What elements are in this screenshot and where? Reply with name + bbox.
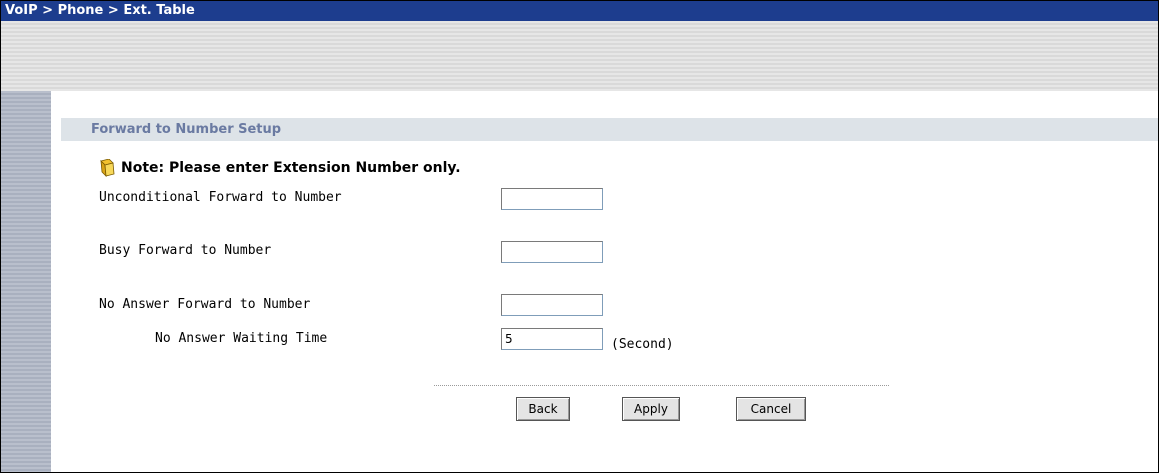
- unconditional-forward-input[interactable]: [501, 188, 603, 210]
- note-book-icon: [100, 159, 115, 177]
- no-answer-waiting-time-input[interactable]: [501, 328, 603, 350]
- waiting-time-unit: (Second): [611, 337, 674, 352]
- unconditional-forward-label: Unconditional Forward to Number: [99, 190, 342, 205]
- note-text: Note: Please enter Extension Number only…: [121, 160, 461, 176]
- no-answer-forward-label: No Answer Forward to Number: [99, 297, 311, 312]
- cancel-button[interactable]: Cancel: [736, 397, 806, 421]
- note: Note: Please enter Extension Number only…: [99, 159, 461, 177]
- no-answer-forward-input[interactable]: [501, 294, 603, 316]
- section-title: Forward to Number Setup: [91, 122, 282, 137]
- content-panel: Forward to Number Setup Note: Please ent…: [51, 91, 1158, 472]
- top-band: [1, 21, 1158, 91]
- left-band: [1, 91, 51, 472]
- breadcrumb: VoIP > Phone > Ext. Table: [1, 1, 1158, 21]
- no-answer-waiting-time-label: No Answer Waiting Time: [155, 331, 328, 346]
- busy-forward-input[interactable]: [501, 241, 603, 263]
- window-frame: VoIP > Phone > Ext. Table Forward to Num…: [0, 0, 1159, 473]
- back-button[interactable]: Back: [516, 397, 570, 421]
- button-divider: [434, 385, 889, 386]
- section-header: Forward to Number Setup: [61, 118, 1158, 141]
- busy-forward-label: Busy Forward to Number: [99, 243, 272, 258]
- apply-button[interactable]: Apply: [622, 397, 680, 421]
